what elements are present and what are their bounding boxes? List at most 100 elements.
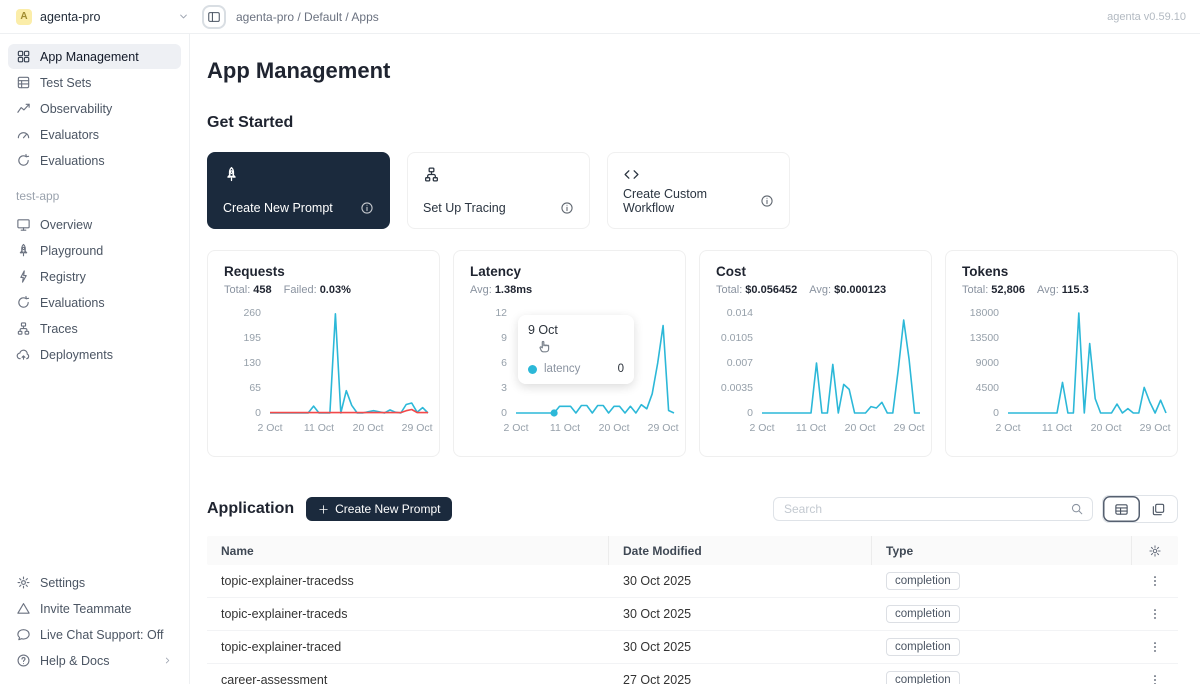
page-title: App Management (207, 58, 1178, 84)
gear-icon (16, 575, 31, 590)
chart-stat: Avg:115.3 (1037, 284, 1089, 296)
table-row[interactable]: topic-explainer-tracedss30 Oct 2025compl… (207, 565, 1178, 598)
sidebar-app-item-traces[interactable]: Traces (8, 316, 181, 341)
table-row[interactable]: topic-explainer-traced30 Oct 2025complet… (207, 631, 1178, 664)
sidebar-item-evaluations[interactable]: Evaluations (8, 148, 181, 173)
info-icon[interactable] (760, 194, 774, 208)
sidebar-section-label: test-app (8, 174, 181, 212)
cell-actions (1132, 602, 1178, 626)
sidebar-app-item-deployments[interactable]: Deployments (8, 342, 181, 367)
sidebar-app-item-registry[interactable]: Registry (8, 264, 181, 289)
type-badge: completion (886, 605, 960, 623)
code-icon (623, 166, 640, 183)
cost-chart-title: Cost (716, 264, 915, 279)
cell-date-modified: 30 Oct 2025 (609, 607, 872, 621)
latency-y-axis: 129630 (470, 310, 516, 416)
sidebar-item-label: Invite Teammate (40, 602, 131, 616)
application-title: Application (207, 500, 294, 518)
chart-tooltip: 9 Octlatency0 (518, 315, 634, 384)
sidebar-item-test-sets[interactable]: Test Sets (8, 70, 181, 95)
column-header-date-modified: Date Modified (609, 536, 872, 565)
bolt-icon (16, 269, 31, 284)
applications-table: NameDate ModifiedType topic-explainer-tr… (207, 536, 1178, 684)
sidebar-item-label: Evaluations (40, 296, 105, 310)
table-view-icon (1114, 502, 1129, 517)
requests-chart-stats: Total:458Failed:0.03% (224, 284, 423, 296)
cell-type: completion (872, 638, 1132, 656)
cell-type: completion (872, 572, 1132, 590)
sidebar-footer-item-live-chat-support-off[interactable]: Live Chat Support: Off (8, 622, 181, 647)
table-row[interactable]: topic-explainer-traceds30 Oct 2025comple… (207, 598, 1178, 631)
traces-icon (16, 321, 31, 336)
gear-icon[interactable] (1148, 544, 1162, 558)
workspace-switcher[interactable]: A agenta-pro (16, 9, 190, 25)
x-axis-label: 20 Oct (353, 422, 384, 434)
sidebar-item-label: App Management (40, 50, 139, 64)
column-header-name: Name (207, 536, 609, 565)
sidebar-item-label: Traces (40, 322, 78, 336)
sidebar-item-label: Settings (40, 576, 85, 590)
chart-stat: Total:52,806 (962, 284, 1025, 296)
grid-icon (16, 49, 31, 64)
sidebar-footer-item-settings[interactable]: Settings (8, 570, 181, 595)
x-axis-label: 11 Oct (304, 422, 334, 434)
tokens-chart-stats: Total:52,806 Avg:115.3 (962, 284, 1161, 296)
get-started-card-create-new-prompt[interactable]: Create New Prompt (207, 152, 390, 229)
row-menu-button[interactable] (1143, 602, 1167, 626)
dots-vertical-icon (1148, 640, 1162, 654)
get-started-title: Get Started (207, 114, 1178, 132)
latency-chart-card: LatencyAvg:1.38ms1296302 Oct11 Oct20 Oct… (453, 250, 686, 457)
main-content: App Management Get Started Create New Pr… (190, 34, 1200, 684)
table-row[interactable]: career-assessment27 Oct 2025completion (207, 664, 1178, 684)
sidebar-app-item-playground[interactable]: Playground (8, 238, 181, 263)
sidebar-app-item-overview[interactable]: Overview (8, 212, 181, 237)
sidebar-app-item-evaluations[interactable]: Evaluations (8, 290, 181, 315)
cell-type: completion (872, 605, 1132, 623)
type-badge: completion (886, 638, 960, 656)
get-started-card-set-up-tracing[interactable]: Set Up Tracing (407, 152, 590, 229)
requests-y-axis: 260195130650 (224, 310, 270, 416)
gauge-icon (16, 127, 31, 142)
tooltip-date: 9 Oct (528, 323, 624, 337)
type-badge: completion (886, 671, 960, 684)
rocket-icon (16, 243, 31, 258)
column-settings-header (1132, 536, 1178, 565)
chart-line-icon (16, 101, 31, 116)
x-axis-label: 20 Oct (599, 422, 630, 434)
workspace-name: agenta-pro (40, 10, 100, 24)
x-axis-label: 20 Oct (845, 422, 876, 434)
cloud-icon (16, 347, 31, 362)
row-menu-button[interactable] (1143, 668, 1167, 684)
get-started-card-create-custom-workflow[interactable]: Create Custom Workflow (607, 152, 790, 229)
sidebar-item-label: Help & Docs (40, 654, 109, 668)
x-axis-label: 11 Oct (550, 422, 580, 434)
cell-name: topic-explainer-tracedss (207, 574, 609, 588)
row-menu-button[interactable] (1143, 569, 1167, 593)
get-started-card-label: Create New Prompt (223, 201, 333, 215)
cell-date-modified: 30 Oct 2025 (609, 574, 872, 588)
sidebar-item-app-management[interactable]: App Management (8, 44, 181, 69)
info-icon[interactable] (560, 201, 574, 215)
table-view-button[interactable] (1103, 496, 1140, 522)
info-icon[interactable] (360, 201, 374, 215)
breadcrumb[interactable]: agenta-pro / Default / Apps (236, 10, 379, 24)
sidebar-footer-item-help-docs[interactable]: Help & Docs (8, 648, 181, 673)
search-input[interactable] (782, 501, 1070, 517)
tokens-chart-title: Tokens (962, 264, 1161, 279)
refresh-icon (16, 153, 31, 168)
sidebar-item-observability[interactable]: Observability (8, 96, 181, 121)
cell-actions (1132, 569, 1178, 593)
row-menu-button[interactable] (1143, 635, 1167, 659)
dots-vertical-icon (1148, 673, 1162, 684)
latency-chart-title: Latency (470, 264, 669, 279)
x-axis-label: 2 Oct (257, 422, 282, 434)
latency-chart-stats: Avg:1.38ms (470, 284, 669, 296)
card-view-button[interactable] (1140, 496, 1177, 522)
sidebar-toggle-button[interactable] (202, 5, 226, 29)
create-new-prompt-button[interactable]: Create New Prompt (306, 497, 452, 521)
tooltip-series-value: 0 (618, 363, 624, 375)
cell-date-modified: 30 Oct 2025 (609, 640, 872, 654)
card-view-icon (1151, 502, 1166, 517)
sidebar-footer-item-invite-teammate[interactable]: Invite Teammate (8, 596, 181, 621)
sidebar-item-evaluators[interactable]: Evaluators (8, 122, 181, 147)
